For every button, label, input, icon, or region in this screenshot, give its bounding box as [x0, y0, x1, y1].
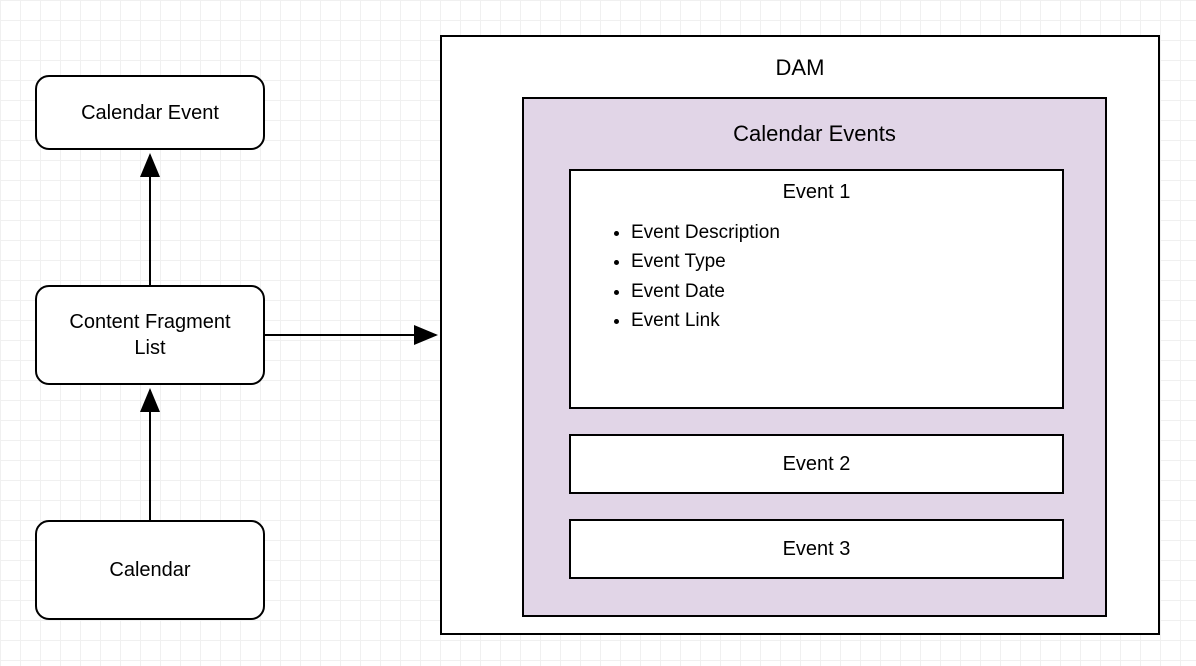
diagram-canvas: Calendar Event Content Fragment List Cal…	[0, 0, 1196, 666]
arrows-layer	[0, 0, 1196, 666]
